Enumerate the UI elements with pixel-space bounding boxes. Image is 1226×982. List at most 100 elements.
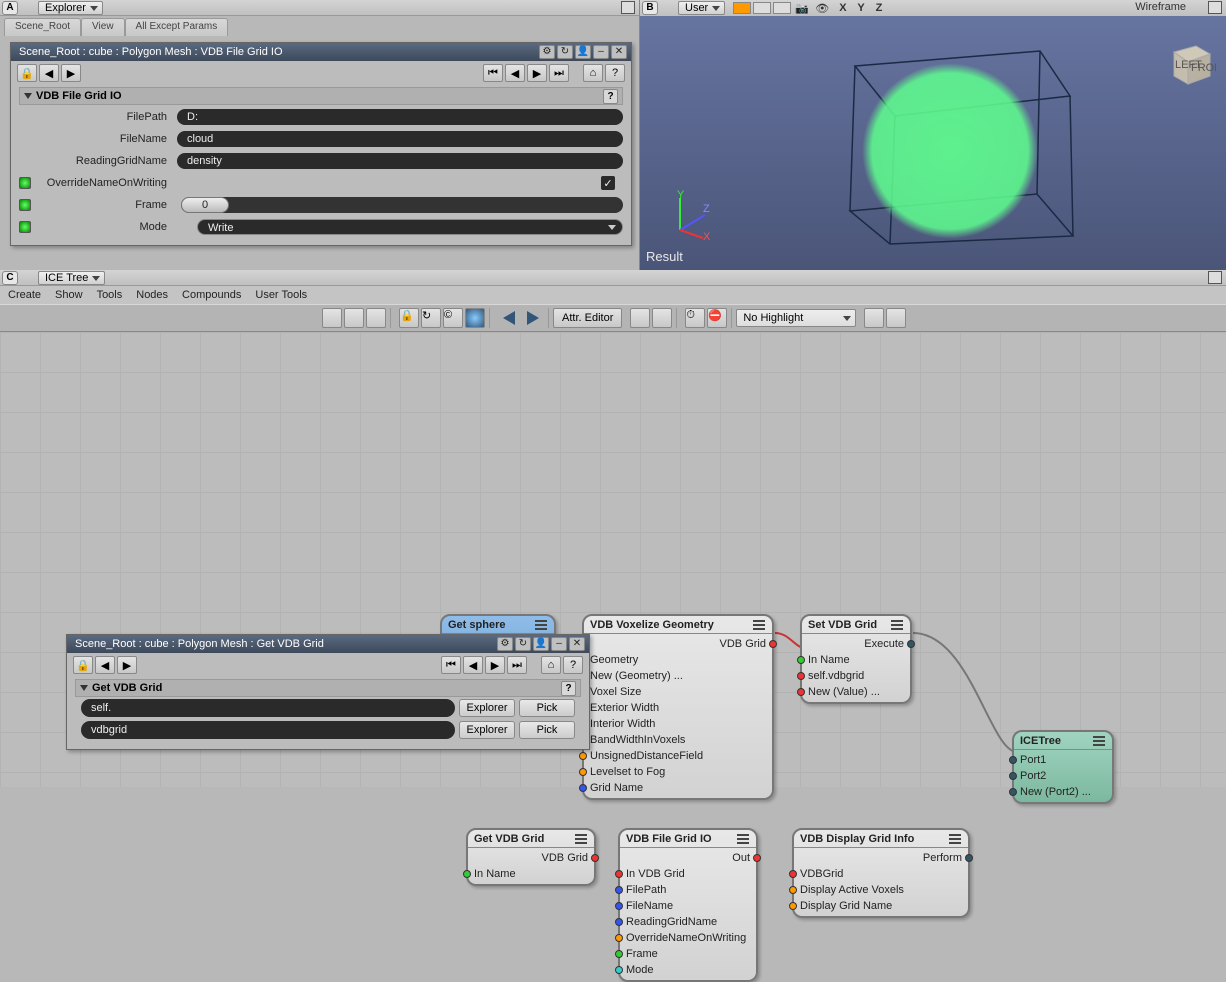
shading-btn-2[interactable] xyxy=(753,2,771,14)
input-port[interactable] xyxy=(615,950,623,958)
back-icon[interactable]: ◀ xyxy=(95,656,115,674)
close-icon[interactable]: ✕ xyxy=(611,45,627,59)
nav-prev-icon[interactable]: ◀ xyxy=(505,64,525,82)
maximize-icon[interactable] xyxy=(1208,1,1222,14)
menu-create[interactable]: Create xyxy=(8,289,41,301)
back-icon[interactable]: ◀ xyxy=(39,64,59,82)
node-menu-icon[interactable] xyxy=(736,833,750,845)
node-set-vdb-grid[interactable]: Set VDB Grid Execute In Name self.vdbgri… xyxy=(800,614,912,704)
section-header[interactable]: Get VDB Grid ? xyxy=(75,679,581,697)
input-port[interactable] xyxy=(1009,772,1017,780)
input-port[interactable] xyxy=(797,672,805,680)
input-port[interactable] xyxy=(615,966,623,974)
input-port[interactable] xyxy=(579,784,587,792)
filepath-input[interactable]: D: xyxy=(177,109,623,125)
input-port[interactable] xyxy=(615,902,623,910)
display-mode-label[interactable]: Wireframe xyxy=(1135,1,1186,13)
node-vdb-file-grid-io[interactable]: VDB File Grid IO Out In VDB Grid FilePat… xyxy=(618,828,758,982)
menu-user-tools[interactable]: User Tools xyxy=(255,289,307,301)
attr-editor-button[interactable]: Attr. Editor xyxy=(553,308,622,328)
input-port[interactable] xyxy=(615,918,623,926)
help-icon[interactable]: ? xyxy=(563,656,583,674)
nav-next-icon[interactable]: ▶ xyxy=(527,64,547,82)
lock-icon[interactable]: 🔒 xyxy=(73,656,93,674)
menu-compounds[interactable]: Compounds xyxy=(182,289,241,301)
frame-anim-icon[interactable] xyxy=(19,199,31,211)
refresh-icon[interactable]: ↻ xyxy=(515,637,531,651)
output-port[interactable] xyxy=(769,640,777,648)
pick-button[interactable]: Pick xyxy=(519,721,575,739)
tool-icon[interactable] xyxy=(322,308,342,328)
node-menu-icon[interactable] xyxy=(752,619,766,631)
pick-button[interactable]: Pick xyxy=(519,699,575,717)
node-menu-icon[interactable] xyxy=(948,833,962,845)
user-icon[interactable]: 👤 xyxy=(575,45,591,59)
readinggridname-input[interactable]: density xyxy=(177,153,623,169)
tab-view[interactable]: View xyxy=(81,18,125,36)
user-icon[interactable]: 👤 xyxy=(533,637,549,651)
tool-icon[interactable] xyxy=(344,308,364,328)
input-port[interactable] xyxy=(789,886,797,894)
nav-next-icon[interactable]: ▶ xyxy=(485,656,505,674)
gear-icon[interactable]: ⚙ xyxy=(539,45,555,59)
nav-back-icon[interactable] xyxy=(498,308,520,328)
tab-all-except-params[interactable]: All Except Params xyxy=(125,18,229,36)
highlight-dropdown[interactable]: No Highlight xyxy=(736,309,856,327)
tab-scene-root[interactable]: Scene_Root xyxy=(4,18,81,36)
forward-icon[interactable]: ▶ xyxy=(61,64,81,82)
axis-toggle[interactable]: X Y Z xyxy=(839,2,886,14)
explorer-button[interactable]: Explorer xyxy=(459,699,515,717)
maximize-icon[interactable] xyxy=(621,1,635,14)
axis-gizmo[interactable]: Y Z X xyxy=(665,190,715,240)
view-cube[interactable]: LEFT FRONT xyxy=(1166,38,1216,88)
menu-show[interactable]: Show xyxy=(55,289,83,301)
maximize-icon[interactable] xyxy=(1208,271,1222,284)
help-icon[interactable]: ? xyxy=(605,64,625,82)
section-header[interactable]: VDB File Grid IO ? xyxy=(19,87,623,105)
nav-first-icon[interactable]: ⏮ xyxy=(483,64,503,82)
mode-dropdown[interactable]: Write xyxy=(197,219,623,235)
nav-prev-icon[interactable]: ◀ xyxy=(463,656,483,674)
lock-icon[interactable]: 🔒 xyxy=(399,308,419,328)
nav-last-icon[interactable]: ⏭ xyxy=(507,656,527,674)
gear-icon[interactable]: ⚙ xyxy=(497,637,513,651)
override-anim-icon[interactable] xyxy=(19,177,31,189)
node-menu-icon[interactable] xyxy=(1092,735,1106,747)
reference-input-2[interactable]: vdbgrid xyxy=(81,721,455,739)
input-port[interactable] xyxy=(789,902,797,910)
output-port[interactable] xyxy=(753,854,761,862)
tool-icon[interactable] xyxy=(864,308,884,328)
shading-btn-1[interactable] xyxy=(733,2,751,14)
input-port[interactable] xyxy=(1009,788,1017,796)
eye-icon[interactable]: 👁 xyxy=(813,2,831,14)
menu-tools[interactable]: Tools xyxy=(97,289,123,301)
frame-value[interactable]: 0 xyxy=(181,197,229,213)
node-menu-icon[interactable] xyxy=(574,833,588,845)
output-port[interactable] xyxy=(907,640,915,648)
home-icon[interactable]: ⌂ xyxy=(541,656,561,674)
filename-input[interactable]: cloud xyxy=(177,131,623,147)
input-port[interactable] xyxy=(615,886,623,894)
tool-icon[interactable] xyxy=(886,308,906,328)
camera-dropdown[interactable]: User xyxy=(678,1,725,15)
input-port[interactable] xyxy=(797,656,805,664)
forward-icon[interactable]: ▶ xyxy=(117,656,137,674)
nav-forward-icon[interactable] xyxy=(522,308,544,328)
input-port[interactable] xyxy=(579,768,587,776)
refresh-icon[interactable]: ↻ xyxy=(421,308,441,328)
input-port[interactable] xyxy=(615,934,623,942)
camera-icon[interactable]: 📷 xyxy=(793,2,811,14)
tool-icon[interactable] xyxy=(630,308,650,328)
input-port[interactable] xyxy=(797,688,805,696)
nav-first-icon[interactable]: ⏮ xyxy=(441,656,461,674)
tool-icon[interactable] xyxy=(366,308,386,328)
tool-icon[interactable] xyxy=(652,308,672,328)
node-menu-icon[interactable] xyxy=(534,619,548,631)
node-vdb-display-grid-info[interactable]: VDB Display Grid Info Perform VDBGrid Di… xyxy=(792,828,970,918)
output-port[interactable] xyxy=(591,854,599,862)
close-icon[interactable]: ✕ xyxy=(569,637,585,651)
node-icetree[interactable]: ICETree Port1 Port2 New (Port2) ... xyxy=(1012,730,1114,804)
panel-a-mode-dropdown[interactable]: Explorer xyxy=(38,1,103,15)
override-checkbox[interactable]: ✓ xyxy=(601,176,615,190)
input-port[interactable] xyxy=(615,870,623,878)
